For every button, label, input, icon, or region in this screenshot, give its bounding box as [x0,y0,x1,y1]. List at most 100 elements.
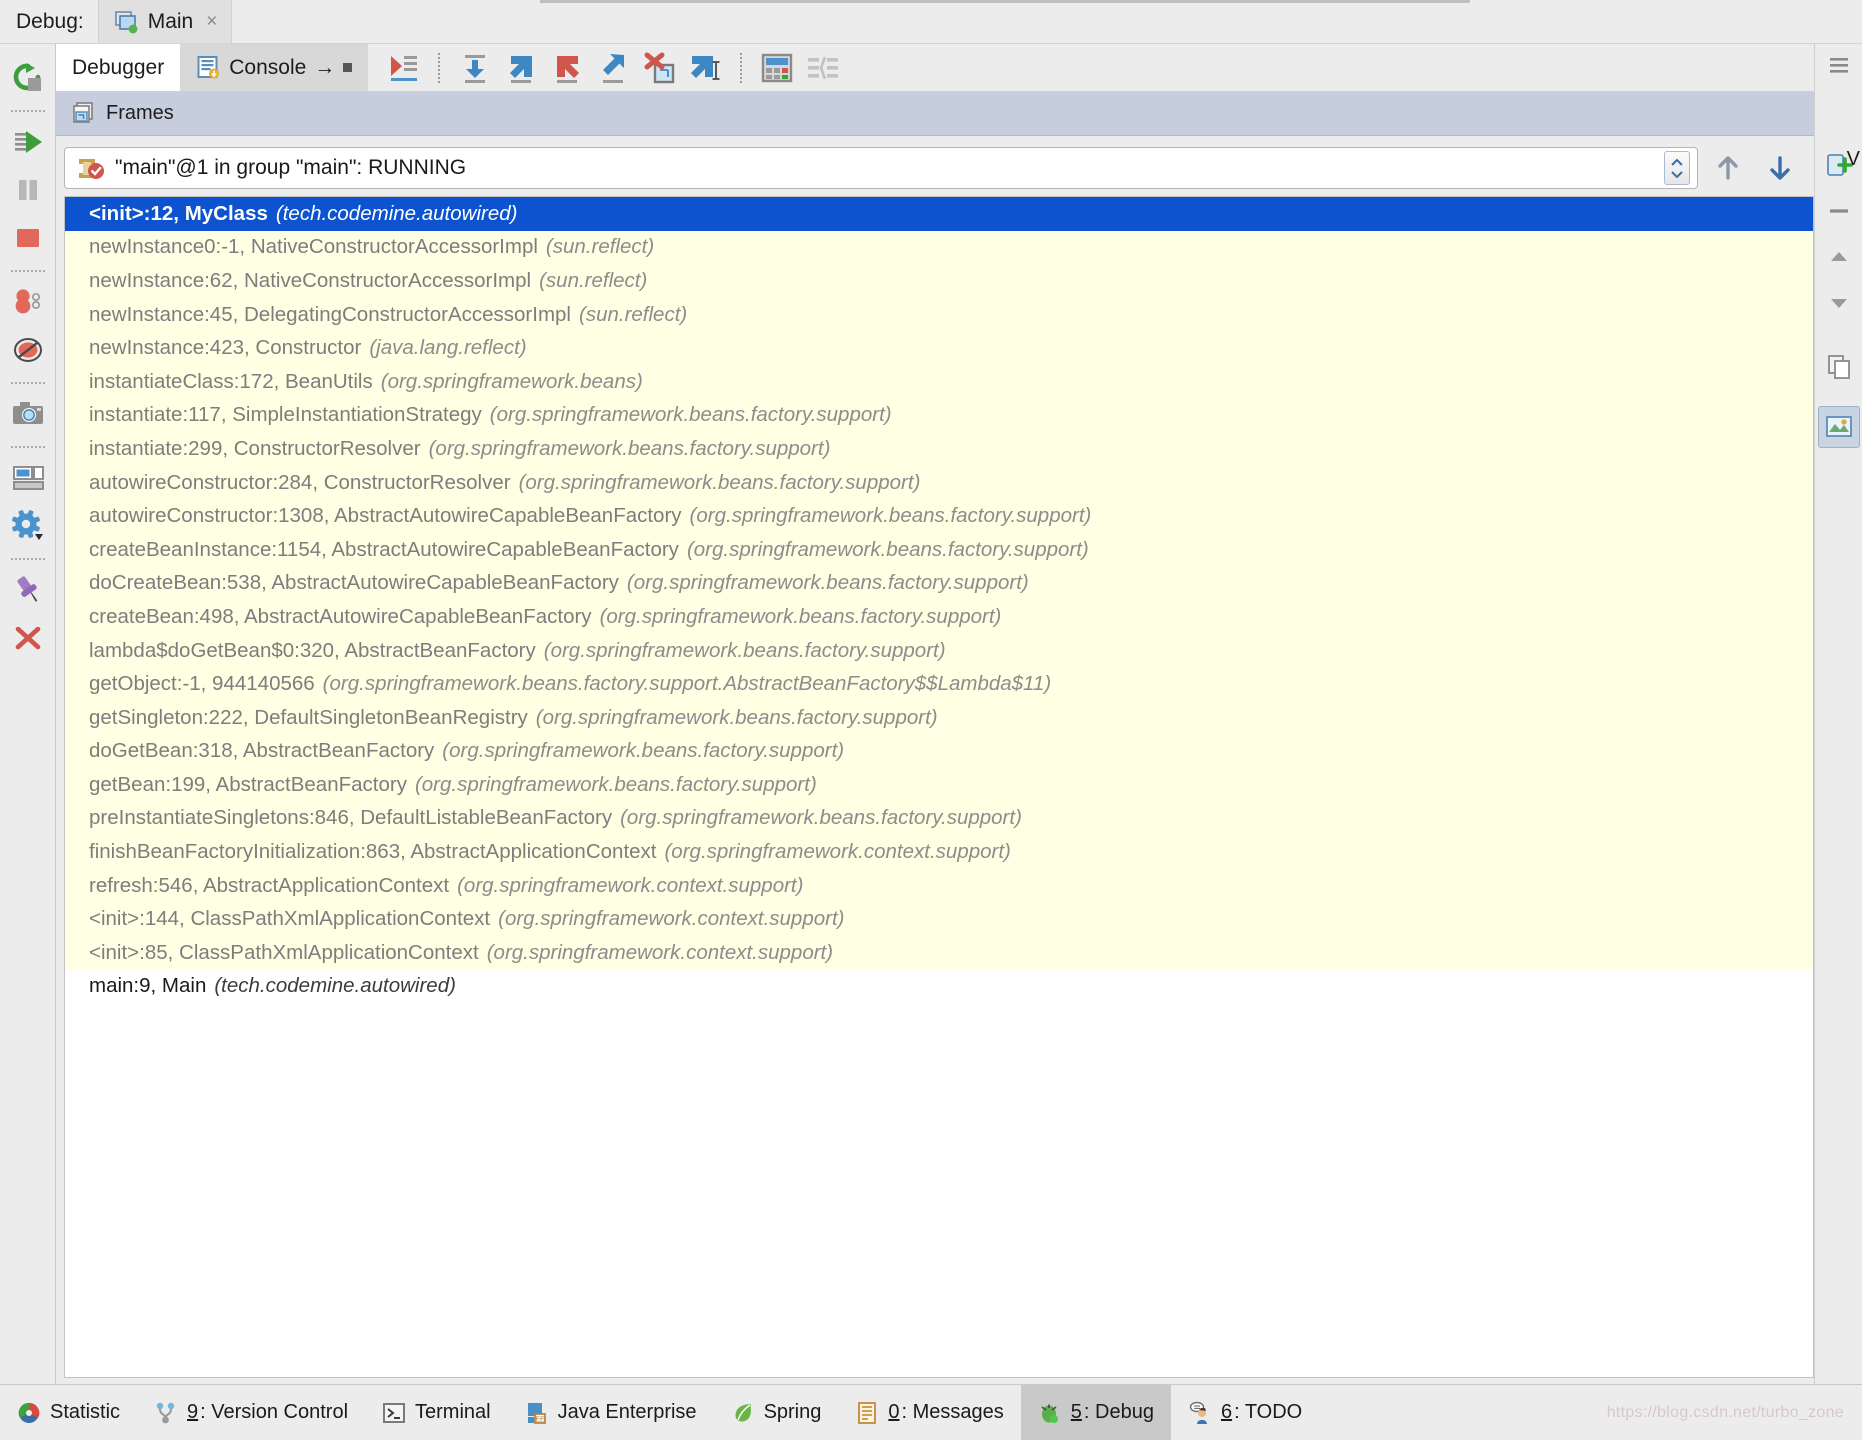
copy-value-button[interactable] [1818,346,1860,388]
frame-package: (java.lang.reflect) [369,336,527,360]
todo-icon [1188,1401,1212,1425]
statusbar-terminal[interactable]: Terminal [365,1385,508,1440]
frame-method: <init>:85, ClassPathXmlApplicationContex… [89,940,479,964]
close-button[interactable] [6,616,50,660]
frame-method: createBeanInstance:1154, AbstractAutowir… [89,537,679,561]
watches-button[interactable] [802,47,844,89]
statusbar-spring[interactable]: Spring [714,1385,839,1440]
drop-frame-button[interactable] [638,47,680,89]
frame-method: finishBeanFactoryInitialization:863, Abs… [89,840,657,864]
toolbar-separator [10,558,45,560]
pause-program-button[interactable] [6,168,50,212]
debug-titlebar: Debug: Main × [0,0,1862,44]
frame-row[interactable]: getBean:199, AbstractBeanFactory (org.spr… [65,768,1813,802]
settings-button[interactable] [6,504,50,548]
frame-row[interactable]: <init>:85, ClassPathXmlApplicationContex… [65,936,1813,970]
frame-package: (org.springframework.beans.factory.suppo… [414,772,817,796]
frame-row[interactable]: getSingleton:222, DefaultSingletonBeanRe… [65,700,1813,735]
statusbar-java-enterprise[interactable]: EE Java Enterprise [508,1385,714,1440]
frame-row[interactable]: instantiateClass:172, BeanUtils (org.spri… [65,364,1813,399]
frame-row[interactable]: main:9, Main (tech.codemine.autowired) [65,969,1813,1004]
frame-row[interactable]: getObject:-1, 944140566 (org.springframew… [65,667,1813,701]
mute-breakpoints-button[interactable] [6,328,50,372]
frame-row[interactable]: lambda$doGetBean$0:320, AbstractBeanFact… [65,633,1813,668]
move-watch-down-button[interactable] [1818,282,1860,324]
toolbar-separator [10,270,45,272]
run-to-cursor-button[interactable] [684,47,726,89]
statusbar-terminal-label: Terminal [415,1401,491,1423]
frame-method: instantiateClass:172, BeanUtils [89,369,373,393]
statusbar-todo[interactable]: 6 : TODO [1171,1385,1319,1440]
variables-side-strip: V [1814,44,1862,1384]
step-out-button[interactable] [592,47,634,89]
toolbar-separator [10,110,45,112]
statusbar-version-control[interactable]: 9 : Version Control [137,1385,365,1440]
frame-row[interactable]: <init>:12, MyClass (tech.codemine.autowir… [65,197,1813,231]
resume-program-button[interactable] [6,120,50,164]
tab-console[interactable]: Console → [180,44,369,91]
frame-row[interactable]: autowireConstructor:1308, AbstractAutowi… [65,499,1813,533]
frame-package: (org.springframework.beans.factory.suppo… [626,571,1029,595]
move-watch-up-button[interactable] [1818,236,1860,278]
frame-row[interactable]: preInstantiateSingletons:846, DefaultLis… [65,801,1813,836]
frame-row[interactable]: createBean:498, AbstractAutowireCapableB… [65,600,1813,634]
force-step-into-button[interactable] [546,47,588,89]
rerun-button[interactable] [6,56,50,100]
frames-list[interactable]: <init>:12, MyClass (tech.codemine.autowir… [64,196,1814,1378]
frame-package: (sun.reflect) [579,302,688,326]
statusbar-debug-mnemonic: 5 [1070,1401,1082,1423]
frame-row[interactable]: newInstance0:-1, NativeConstructorAccess… [65,230,1813,265]
show-execution-point-button[interactable] [382,47,424,89]
statusbar-messages-mnemonic: 0 [888,1401,900,1423]
step-into-button[interactable] [500,47,542,89]
frame-row[interactable]: refresh:546, AbstractApplicationContext (… [65,868,1813,903]
frame-package: (org.springframework.beans.factory.suppo… [442,739,845,763]
frame-method: main:9, Main [89,974,207,998]
frame-row[interactable]: newInstance:423, Constructor (java.lang.r… [65,331,1813,365]
frame-method: newInstance:62, NativeConstructorAccesso… [89,268,532,292]
frame-method: lambda$doGetBean$0:320, AbstractBeanFact… [89,638,536,662]
statusbar-version-control-mnemonic: 9 [187,1401,199,1423]
frame-row[interactable]: doCreateBean:538, AbstractAutowireCapabl… [65,566,1813,601]
step-over-button[interactable] [454,47,496,89]
frame-down-button[interactable] [1758,147,1802,189]
restore-layout-button[interactable] [6,456,50,500]
frame-package: (tech.codemine.autowired) [214,974,456,998]
frame-method: newInstance:45, DelegatingConstructorAcc… [89,302,571,326]
debug-tool-window: Debug: Main × Debugger Console → Frames … [0,0,1862,1440]
frame-row[interactable]: instantiate:299, ConstructorResolver (org… [65,432,1813,466]
pin-tab-button[interactable] [6,568,50,612]
run-configuration-tab[interactable]: Main × [97,0,233,43]
frames-title: Frames [106,102,174,124]
frame-row[interactable]: finishBeanFactoryInitialization:863, Abs… [65,835,1813,869]
tab-debugger[interactable]: Debugger [56,44,181,91]
frame-package: (org.springframework.context.support) [457,873,804,897]
frame-row[interactable]: newInstance:62, NativeConstructorAccesso… [65,264,1813,298]
frame-method: autowireConstructor:1308, AbstractAutowi… [89,504,682,528]
evaluate-expression-button[interactable] [756,47,798,89]
statusbar-statistic[interactable]: Statistic [0,1385,137,1440]
status-bar: Statistic 9 : Version Control Terminal E… [0,1384,1862,1440]
statusbar-debug[interactable]: 5 : Debug [1020,1384,1171,1440]
frame-row[interactable]: createBeanInstance:1154, AbstractAutowir… [65,532,1813,567]
inspect-button[interactable] [1817,406,1860,448]
chevron-updown-icon[interactable] [1664,151,1690,185]
statusbar-messages[interactable]: 0 : Messages [838,1385,1020,1440]
frame-row[interactable]: instantiate:117, SimpleInstantiationStra… [65,398,1813,433]
terminal-icon [382,1401,406,1425]
frame-method: instantiate:117, SimpleInstantiationStra… [89,403,482,427]
close-icon[interactable]: × [202,11,217,33]
frame-row[interactable]: newInstance:45, DelegatingConstructorAcc… [65,297,1813,332]
get-thread-dump-button[interactable] [6,392,50,436]
frame-up-button[interactable] [1706,147,1750,189]
view-breakpoints-button[interactable] [6,280,50,324]
stop-button[interactable] [6,216,50,260]
frame-package: (sun.reflect) [539,268,648,292]
remove-watch-button[interactable] [1818,190,1860,232]
frame-row[interactable]: doGetBean:318, AbstractBeanFactory (org.s… [65,734,1813,769]
toolbar-separator [740,52,743,83]
frame-package: (org.springframework.beans) [380,369,643,393]
thread-selector[interactable]: "main"@1 in group "main": RUNNING [64,147,1698,189]
frame-row[interactable]: <init>:144, ClassPathXmlApplicationConte… [65,902,1813,937]
frame-row[interactable]: autowireConstructor:284, ConstructorReso… [65,465,1813,500]
